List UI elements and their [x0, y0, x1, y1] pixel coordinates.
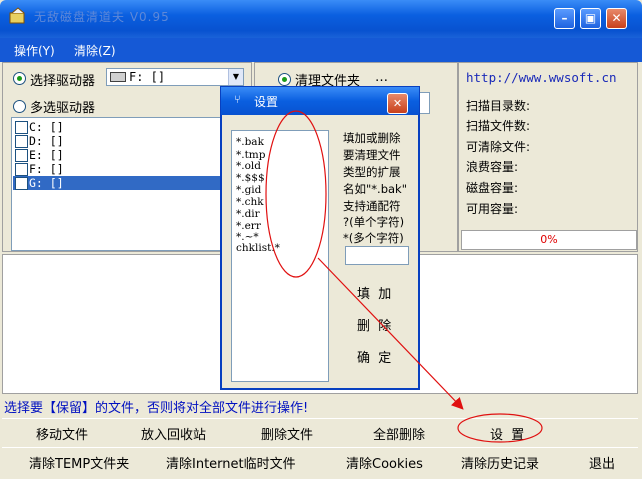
annotation-ellipse-settings — [457, 413, 543, 443]
annotation-ellipse-list — [265, 110, 327, 278]
annotation-overlay — [265, 110, 543, 443]
annotation-arrow — [317, 257, 464, 410]
